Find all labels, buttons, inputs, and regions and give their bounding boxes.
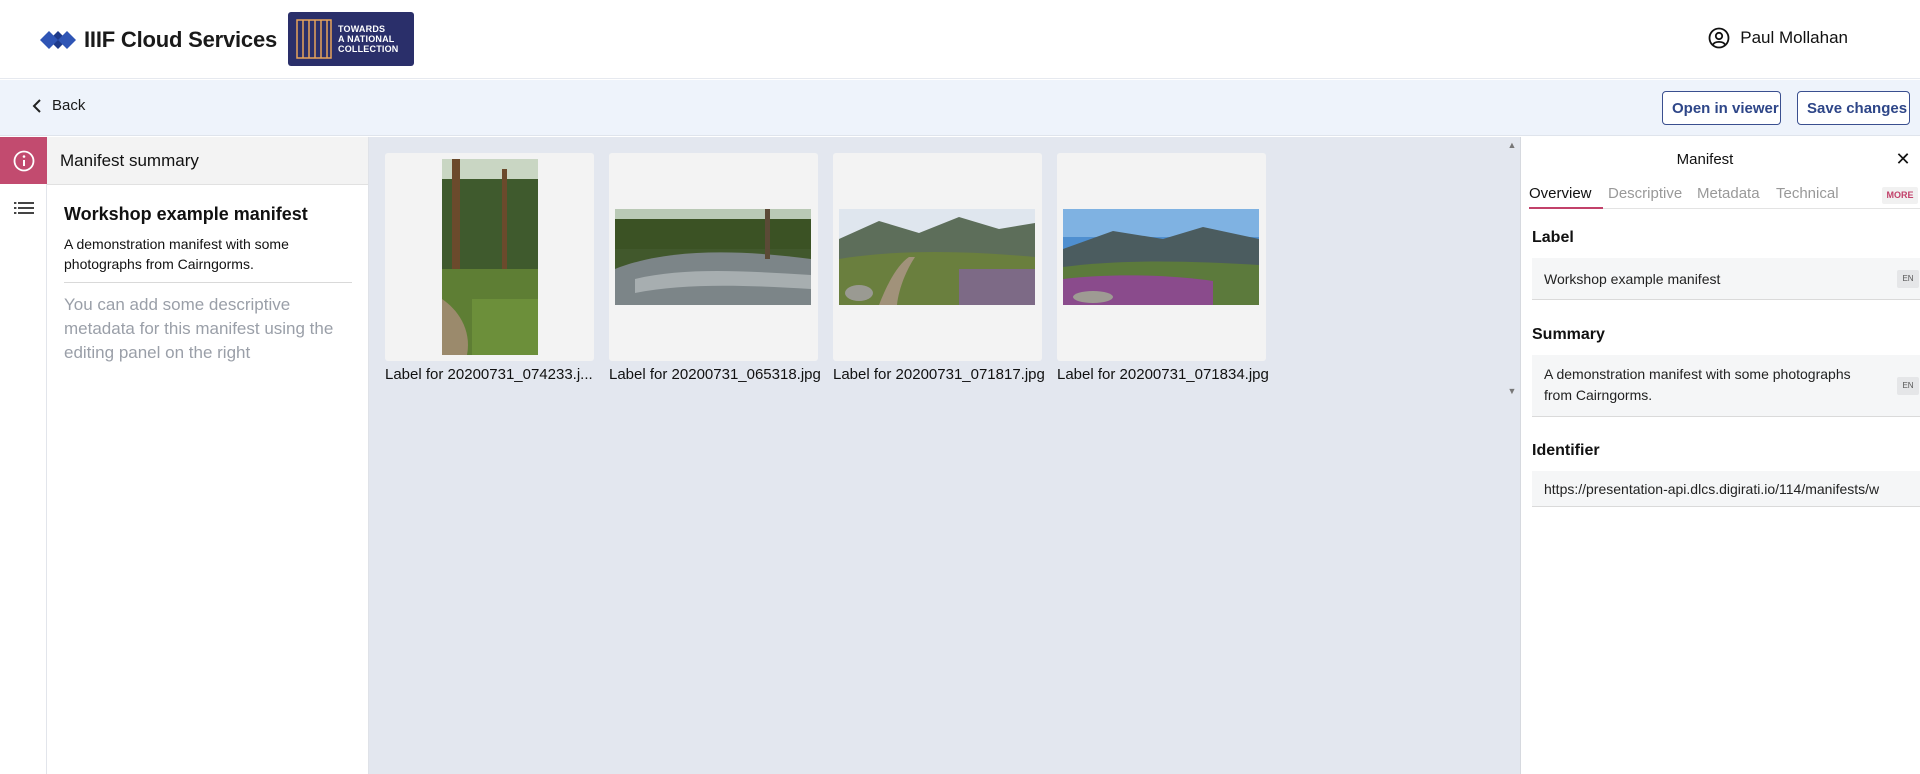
label-field-value: Workshop example manifest xyxy=(1544,271,1721,287)
open-in-viewer-button[interactable]: Open in viewer xyxy=(1662,91,1781,125)
tab-technical[interactable]: Technical xyxy=(1776,185,1839,209)
summary-panel-heading: Manifest summary xyxy=(47,137,368,185)
tab-metadata[interactable]: Metadata xyxy=(1697,185,1760,209)
canvas-label: Label for 20200731_071834.jpg xyxy=(1057,366,1269,383)
summary-field-title: Summary xyxy=(1532,326,1605,343)
rail-item-canvas-list[interactable] xyxy=(0,184,47,231)
canvas-thumbnail[interactable] xyxy=(1057,153,1266,361)
rail-item-summary[interactable] xyxy=(0,137,47,184)
manifest-editor-panel: Manifest ✕ Overview Descriptive Metadata… xyxy=(1520,137,1920,774)
scroll-down-arrow-icon[interactable]: ▼ xyxy=(1506,385,1518,397)
user-menu[interactable]: Paul Mollahan xyxy=(1708,27,1848,49)
brand-logo[interactable]: IIIF Cloud Services xyxy=(40,22,277,58)
user-name: Paul Mollahan xyxy=(1740,28,1848,47)
more-tabs-button[interactable]: MORE xyxy=(1882,187,1918,204)
chevron-left-icon xyxy=(32,98,41,113)
editor-tabs: Overview Descriptive Metadata Technical … xyxy=(1529,185,1920,209)
language-badge[interactable]: EN xyxy=(1897,377,1919,395)
back-label: Back xyxy=(52,97,86,114)
save-changes-button[interactable]: Save changes xyxy=(1797,91,1910,125)
tab-descriptive[interactable]: Descriptive xyxy=(1608,185,1682,209)
canvas-grid: Label for 20200731_074233.j... Label for… xyxy=(369,137,1520,774)
left-icon-rail xyxy=(0,137,47,774)
tab-overview[interactable]: Overview xyxy=(1529,185,1603,209)
editor-title: Manifest xyxy=(1676,151,1734,168)
brand-name: IIIF Cloud Services xyxy=(84,27,278,52)
info-icon xyxy=(13,150,34,171)
partner-logo-text: TOWARDS A NATIONAL COLLECTION xyxy=(338,24,399,54)
manifest-title: Workshop example manifest xyxy=(64,204,308,224)
back-button[interactable]: Back xyxy=(32,97,85,114)
label-field[interactable]: Workshop example manifest EN xyxy=(1532,258,1920,300)
scroll-up-arrow-icon[interactable]: ▲ xyxy=(1506,139,1518,151)
user-circle-icon xyxy=(1708,27,1730,49)
metadata-hint: You can add some descriptive metadata fo… xyxy=(64,295,334,362)
canvas-label: Label for 20200731_074233.j... xyxy=(385,366,593,383)
collection-bars-icon xyxy=(296,19,332,59)
manifest-description: A demonstration manifest with some photo… xyxy=(64,234,352,283)
list-icon xyxy=(13,201,34,214)
canvas-label: Label for 20200731_065318.jpg xyxy=(609,366,821,383)
hillside-path-image xyxy=(839,209,1035,305)
identifier-field-title: Identifier xyxy=(1532,442,1600,459)
canvas-thumbnail[interactable] xyxy=(385,153,594,361)
label-field-title: Label xyxy=(1532,229,1574,246)
forest-path-image xyxy=(442,159,538,355)
summary-field[interactable]: A demonstration manifest with some photo… xyxy=(1532,355,1920,417)
canvas-thumbnail[interactable] xyxy=(609,153,818,361)
summary-field-value: A demonstration manifest with some photo… xyxy=(1544,366,1851,403)
manifest-summary-panel: Manifest summary Workshop example manife… xyxy=(47,137,369,774)
river-image xyxy=(615,209,811,305)
iiif-diamond-icon xyxy=(40,31,76,49)
summary-panel-body: Workshop example manifest A demonstratio… xyxy=(47,185,368,365)
canvas-label: Label for 20200731_071817.jpg xyxy=(833,366,1045,383)
heather-hills-image xyxy=(1063,209,1259,305)
canvas-thumbnail[interactable] xyxy=(833,153,1042,361)
towards-national-collection-logo: TOWARDS A NATIONAL COLLECTION xyxy=(288,12,414,66)
identifier-field[interactable]: https://presentation-api.dlcs.digirati.i… xyxy=(1532,471,1920,507)
language-badge[interactable]: EN xyxy=(1897,270,1919,288)
close-icon[interactable]: ✕ xyxy=(1893,149,1913,169)
top-header: IIIF Cloud Services TOWARDS A NATIONAL C… xyxy=(0,0,1920,79)
editor-toolbar: Back Open in viewer Save changes xyxy=(0,80,1920,136)
